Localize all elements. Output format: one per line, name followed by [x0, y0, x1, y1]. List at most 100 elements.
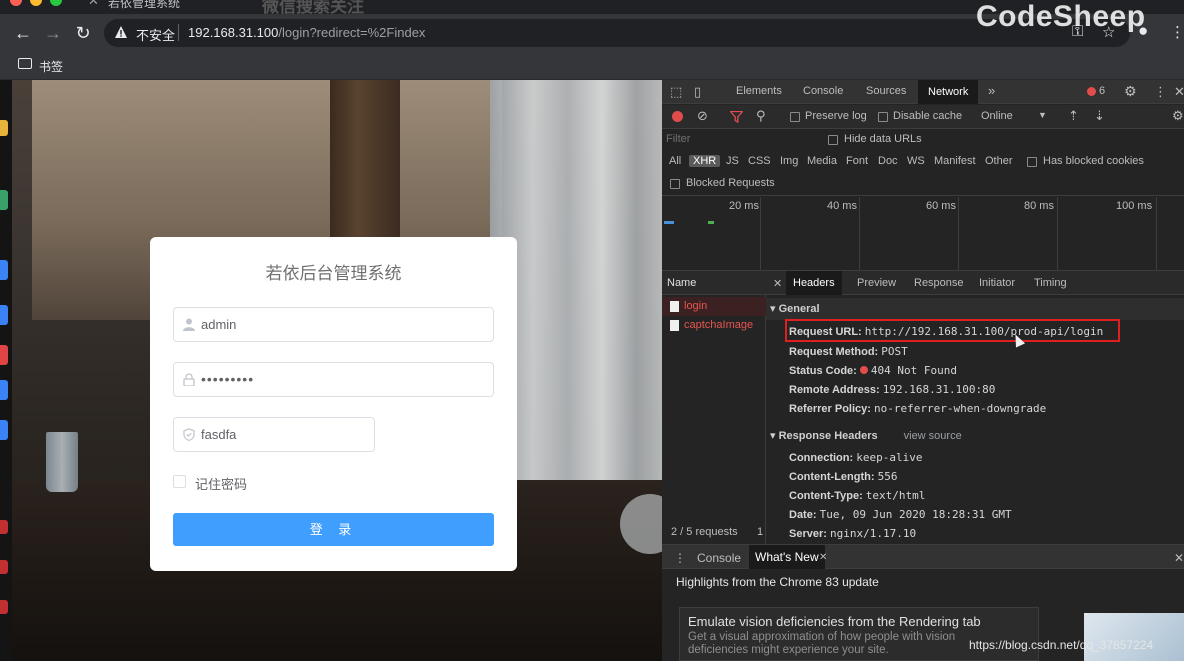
hide-data-urls-checkbox[interactable]: [828, 135, 838, 145]
export-har-icon[interactable]: ⇣: [1094, 108, 1105, 124]
remember-checkbox[interactable]: [173, 475, 186, 488]
request-row-login[interactable]: login: [662, 297, 766, 316]
filter-funnel-icon[interactable]: [730, 111, 743, 123]
filter-type-media[interactable]: Media: [807, 155, 837, 167]
tab-initiator[interactable]: Initiator: [979, 277, 1015, 289]
drawer-tab-console[interactable]: Console: [697, 551, 741, 565]
dock-app-icon[interactable]: [0, 520, 8, 534]
filter-input[interactable]: Filter: [666, 133, 816, 149]
preserve-log-label[interactable]: Preserve log: [805, 110, 867, 122]
dock-app-icon[interactable]: [0, 560, 8, 574]
filter-type-ws[interactable]: WS: [907, 155, 925, 167]
tab-title[interactable]: 若依管理系统: [108, 0, 180, 11]
general-section-header[interactable]: ▾ General: [766, 298, 1184, 320]
response-headers-section-header[interactable]: ▾ Response Headers view source: [770, 429, 962, 442]
dock-app-icon[interactable]: [0, 420, 8, 440]
error-count[interactable]: 6: [1099, 85, 1105, 97]
password-input[interactable]: •••••••••: [173, 362, 494, 397]
folder-icon[interactable]: [18, 58, 32, 69]
disable-cache-label[interactable]: Disable cache: [893, 110, 962, 122]
close-devtools-icon[interactable]: ✕: [1174, 84, 1184, 100]
filter-type-all[interactable]: All: [669, 155, 681, 167]
tab-timing[interactable]: Timing: [1034, 277, 1067, 289]
blocked-requests-label[interactable]: Blocked Requests: [686, 177, 775, 189]
bookmarks-bar: 书签: [0, 52, 1184, 80]
network-timeline[interactable]: 20 ms 40 ms 60 ms 80 ms 100 ms: [662, 197, 1184, 271]
disable-cache-checkbox[interactable]: [878, 112, 888, 122]
drawer-tab-whats-new[interactable]: What's New: [749, 545, 825, 569]
close-tab-icon[interactable]: ✕: [819, 552, 827, 563]
tab-close-icon[interactable]: ✕: [88, 0, 99, 9]
tab-headers[interactable]: Headers: [786, 271, 842, 295]
dock-app-icon[interactable]: [0, 345, 8, 365]
filter-type-doc[interactable]: Doc: [878, 155, 898, 167]
device-toolbar-icon[interactable]: ▯: [694, 84, 701, 100]
minimize-window-button[interactable]: [30, 0, 42, 6]
filter-type-manifest[interactable]: Manifest: [934, 155, 976, 167]
forward-icon[interactable]: →: [42, 22, 64, 44]
zoom-window-button[interactable]: [50, 0, 62, 6]
timeline-tick-label: 80 ms: [1024, 200, 1054, 212]
details-tab-bar: ✕ Headers Preview Response Initiator Tim…: [766, 271, 1184, 295]
name-column-header[interactable]: Name: [667, 277, 696, 289]
url-text[interactable]: 192.168.31.100/login?redirect=%2Findex: [188, 25, 425, 40]
search-icon[interactable]: ⚲: [756, 108, 766, 124]
blocked-cookies-label[interactable]: Has blocked cookies: [1043, 155, 1144, 167]
close-drawer-icon[interactable]: ✕: [1174, 551, 1184, 565]
request-list: Name login captchaImage 2 / 5 requests 1: [662, 271, 766, 544]
more-tabs-button[interactable]: »: [988, 83, 995, 98]
captcha-input[interactable]: fasdfa: [173, 417, 375, 452]
request-list-header[interactable]: Name: [662, 271, 766, 295]
chevron-down-icon[interactable]: ▼: [1038, 110, 1047, 120]
dock-app-icon[interactable]: [0, 305, 8, 325]
tab-response[interactable]: Response: [914, 277, 964, 289]
reload-icon[interactable]: ↻: [72, 22, 94, 44]
dock-app-icon[interactable]: [0, 190, 8, 210]
close-details-icon[interactable]: ✕: [773, 277, 782, 290]
bookmark-folder-label[interactable]: 书签: [39, 58, 63, 75]
import-har-icon[interactable]: ⇡: [1068, 108, 1079, 124]
throttling-select[interactable]: Online: [981, 110, 1013, 122]
insecure-label[interactable]: 不安全: [136, 25, 175, 44]
filter-type-font[interactable]: Font: [846, 155, 868, 167]
error-icon[interactable]: [1087, 87, 1096, 96]
menu-kebab-icon[interactable]: ⋮: [1170, 23, 1184, 41]
record-icon[interactable]: [672, 111, 683, 122]
filter-type-other[interactable]: Other: [985, 155, 1013, 167]
request-row-captcha[interactable]: captchaImage: [662, 316, 766, 335]
username-input[interactable]: admin: [173, 307, 494, 342]
inspect-element-icon[interactable]: ⬚: [670, 84, 682, 100]
content-type-row: Content-Type: text/html: [789, 489, 925, 502]
request-count-extra: 1: [757, 526, 764, 538]
blocked-requests-checkbox[interactable]: [670, 179, 680, 189]
clear-icon[interactable]: ⊘: [697, 108, 708, 124]
filter-type-css[interactable]: CSS: [748, 155, 771, 167]
hide-data-urls-label[interactable]: Hide data URLs: [844, 133, 922, 145]
network-settings-icon[interactable]: ⚙: [1172, 108, 1184, 124]
view-source-link[interactable]: view source: [904, 430, 962, 442]
close-window-button[interactable]: [10, 0, 22, 6]
tab-elements[interactable]: Elements: [736, 85, 782, 97]
tab-console[interactable]: Console: [803, 85, 843, 97]
brand-watermark: CodeSheep: [976, 0, 1146, 33]
tab-network[interactable]: Network: [918, 80, 979, 104]
blocked-cookies-checkbox[interactable]: [1027, 157, 1037, 167]
back-icon[interactable]: ←: [12, 22, 34, 44]
login-button[interactable]: 登 录: [173, 513, 494, 546]
dock-app-icon[interactable]: [0, 380, 8, 400]
tab-sources[interactable]: Sources: [866, 85, 906, 97]
remember-label[interactable]: 记住密码: [195, 474, 247, 493]
filter-type-xhr[interactable]: XHR: [689, 155, 721, 167]
filter-type-img[interactable]: Img: [780, 155, 798, 167]
dock-app-icon[interactable]: [0, 600, 8, 614]
settings-gear-icon[interactable]: ⚙: [1124, 83, 1137, 100]
drawer-menu-icon[interactable]: ⋮: [674, 551, 686, 565]
dock-app-icon[interactable]: [0, 260, 8, 280]
devtools-menu-icon[interactable]: ⋮: [1154, 84, 1167, 100]
dock-app-icon[interactable]: [0, 120, 8, 136]
devtools-panel: ⬚ ▯ Elements Console Sources Network » 6…: [662, 80, 1184, 661]
whats-new-card[interactable]: Emulate vision deficiencies from the Ren…: [679, 607, 1039, 661]
filter-type-js[interactable]: JS: [726, 155, 739, 167]
preserve-log-checkbox[interactable]: [790, 112, 800, 122]
tab-preview[interactable]: Preview: [857, 277, 896, 289]
